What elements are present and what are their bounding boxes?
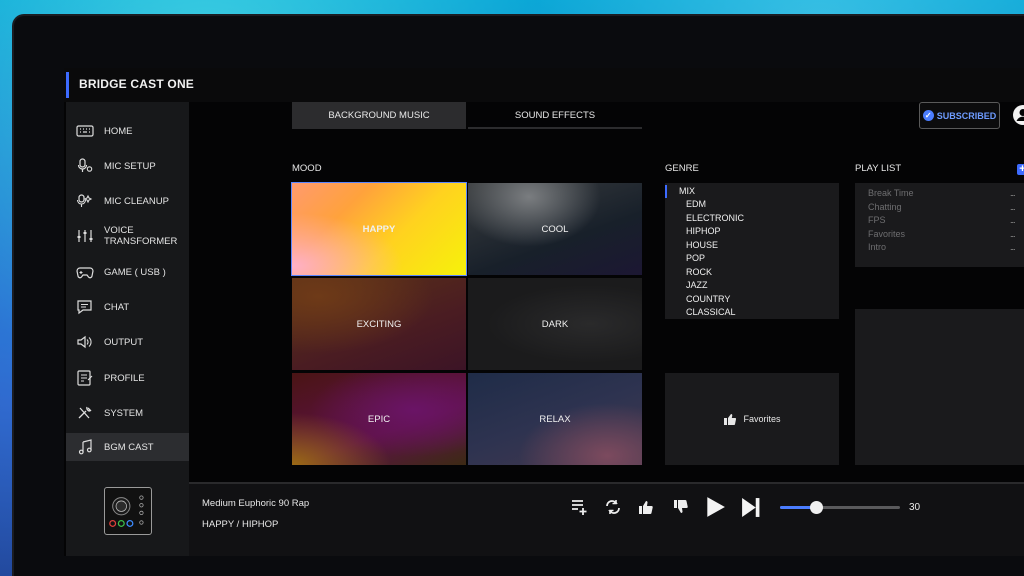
subscribed-label: SUBSCRIBED (936, 110, 997, 121)
repeat-icon (606, 500, 620, 514)
sidebar-item-mic-cleanup[interactable]: MIC CLEANUP (66, 187, 189, 215)
sidebar-item-label: CHAT (104, 301, 130, 313)
playlist-heading: PLAY LIST (855, 163, 902, 174)
sidebar-item-voice-transformer[interactable]: VOICE TRANSFORMER (66, 219, 189, 253)
sidebar-item-system[interactable]: SYSTEM (66, 399, 189, 427)
playlist-item-more-button[interactable]: ... (1010, 242, 1015, 252)
playlist-item[interactable]: Intro (868, 242, 886, 252)
device-illustration (104, 487, 152, 535)
next-track-button[interactable] (738, 495, 762, 519)
playlist-item-more-button[interactable]: ... (1010, 229, 1015, 239)
title-bar: BRIDGE CAST ONE (64, 68, 1024, 102)
playlist-item-more-button[interactable]: ... (1010, 188, 1015, 198)
sidebar: HOME MIC SETUP MIC CLEANUP VOICE TRANSFO… (66, 102, 189, 556)
mood-tile-cool[interactable]: COOL (468, 183, 642, 275)
mood-tile-dark[interactable]: DARK (468, 278, 642, 370)
genre-item-country[interactable]: COUNTRY (686, 294, 730, 305)
track-mood-genre: HAPPY / HIPHOP (202, 519, 279, 530)
monitor-frame: BRIDGE CAST ONE HOME MIC SETUP MIC CLEAN… (14, 16, 1024, 576)
chat-icon (74, 298, 96, 316)
playlist-add-icon (572, 500, 587, 515)
play-icon (707, 497, 725, 517)
profile-icon (74, 369, 96, 387)
sidebar-item-profile[interactable]: PROFILE (66, 364, 189, 392)
wrench-icon (74, 404, 96, 422)
mood-tile-happy[interactable]: HAPPY (291, 182, 467, 276)
genre-item-house[interactable]: HOUSE (686, 240, 718, 251)
sidebar-item-label: OUTPUT (104, 336, 144, 348)
sidebar-item-label: SYSTEM (104, 407, 144, 419)
favorites-button[interactable]: Favorites (665, 373, 839, 465)
genre-selection-marker (665, 185, 667, 198)
mood-tile-epic[interactable]: EPIC (292, 373, 466, 465)
tab-sound-effects[interactable]: SOUND EFFECTS (468, 102, 642, 129)
check-circle-icon: ✓ (922, 110, 934, 121)
playlist-detail-panel (855, 309, 1024, 465)
music-note-icon (74, 438, 96, 456)
thumbs-up-icon (639, 501, 653, 514)
sidebar-item-label: VOICE TRANSFORMER (104, 225, 178, 247)
playlist-item[interactable]: FPS (868, 215, 886, 225)
play-button[interactable] (703, 495, 727, 519)
dislike-button[interactable] (670, 496, 692, 518)
mixer-icon (74, 227, 96, 245)
genre-item-jazz[interactable]: JAZZ (686, 280, 708, 291)
favorites-label: Favorites (743, 414, 781, 424)
tab-underline (468, 127, 642, 129)
skip-next-icon (741, 497, 759, 517)
like-button[interactable] (635, 496, 657, 518)
volume-slider-handle[interactable] (810, 501, 823, 514)
genre-heading: GENRE (665, 163, 699, 174)
playlist-item-more-button[interactable]: ... (1010, 215, 1015, 225)
app-window: BRIDGE CAST ONE HOME MIC SETUP MIC CLEAN… (64, 68, 1024, 556)
keyboard-icon (74, 122, 96, 140)
speaker-icon (74, 333, 96, 351)
mic-sparkle-icon (74, 192, 96, 210)
mic-settings-icon (74, 157, 96, 175)
volume-slider[interactable] (780, 506, 900, 509)
mood-heading: MOOD (292, 163, 322, 174)
playlist-item-more-button[interactable]: ... (1010, 202, 1015, 212)
app-title: BRIDGE CAST ONE (79, 77, 195, 91)
playlist-item[interactable]: Break Time (868, 188, 914, 198)
sidebar-item-game-usb[interactable]: GAME ( USB ) (66, 258, 189, 286)
player-bar-divider (189, 482, 1024, 484)
genre-item-rock[interactable]: ROCK (686, 267, 712, 278)
sidebar-item-label: MIC CLEANUP (104, 195, 169, 207)
genre-item-edm[interactable]: EDM (686, 199, 706, 210)
sidebar-item-label: GAME ( USB ) (104, 266, 166, 278)
sidebar-item-mic-setup[interactable]: MIC SETUP (66, 152, 189, 180)
genre-item-hiphop[interactable]: HIPHOP (686, 226, 721, 237)
playlist-item[interactable]: Favorites (868, 229, 905, 239)
sidebar-item-output[interactable]: OUTPUT (66, 328, 189, 356)
thumbs-down-icon (674, 500, 688, 513)
sidebar-item-bgm-cast[interactable]: BGM CAST (66, 433, 189, 461)
thumbs-up-icon (724, 413, 737, 425)
mood-tile-exciting[interactable]: EXCITING (292, 278, 466, 370)
sidebar-item-label: BGM CAST (104, 441, 154, 453)
repeat-button[interactable] (602, 496, 624, 518)
mood-tile-relax[interactable]: RELAX (468, 373, 642, 465)
playlist-list: Break Time ... Chatting ... FPS ... Favo… (855, 183, 1024, 267)
subscribed-button[interactable]: ✓ SUBSCRIBED (919, 102, 1000, 129)
volume-value: 30 (909, 502, 921, 513)
genre-item-mix[interactable]: MIX (679, 186, 695, 197)
sidebar-item-label: PROFILE (104, 372, 145, 384)
title-accent (66, 72, 69, 98)
playlist-item[interactable]: Chatting (868, 202, 902, 212)
sidebar-item-label: MIC SETUP (104, 160, 156, 172)
gamepad-icon (74, 263, 96, 281)
add-playlist-button[interactable]: + (1017, 164, 1024, 175)
genre-item-pop[interactable]: POP (686, 253, 705, 264)
sidebar-item-label: HOME (104, 125, 133, 137)
genre-item-classical[interactable]: CLASSICAL (686, 307, 736, 318)
add-to-playlist-button[interactable] (568, 496, 590, 518)
track-title: Medium Euphoric 90 Rap (202, 498, 310, 509)
sidebar-item-chat[interactable]: CHAT (66, 293, 189, 321)
genre-item-electronic[interactable]: ELECTRONIC (686, 213, 744, 224)
account-avatar-icon[interactable] (1012, 104, 1024, 126)
player-bar (189, 482, 1024, 556)
sidebar-item-home[interactable]: HOME (66, 117, 189, 145)
tab-background-music[interactable]: BACKGROUND MUSIC (292, 102, 466, 129)
